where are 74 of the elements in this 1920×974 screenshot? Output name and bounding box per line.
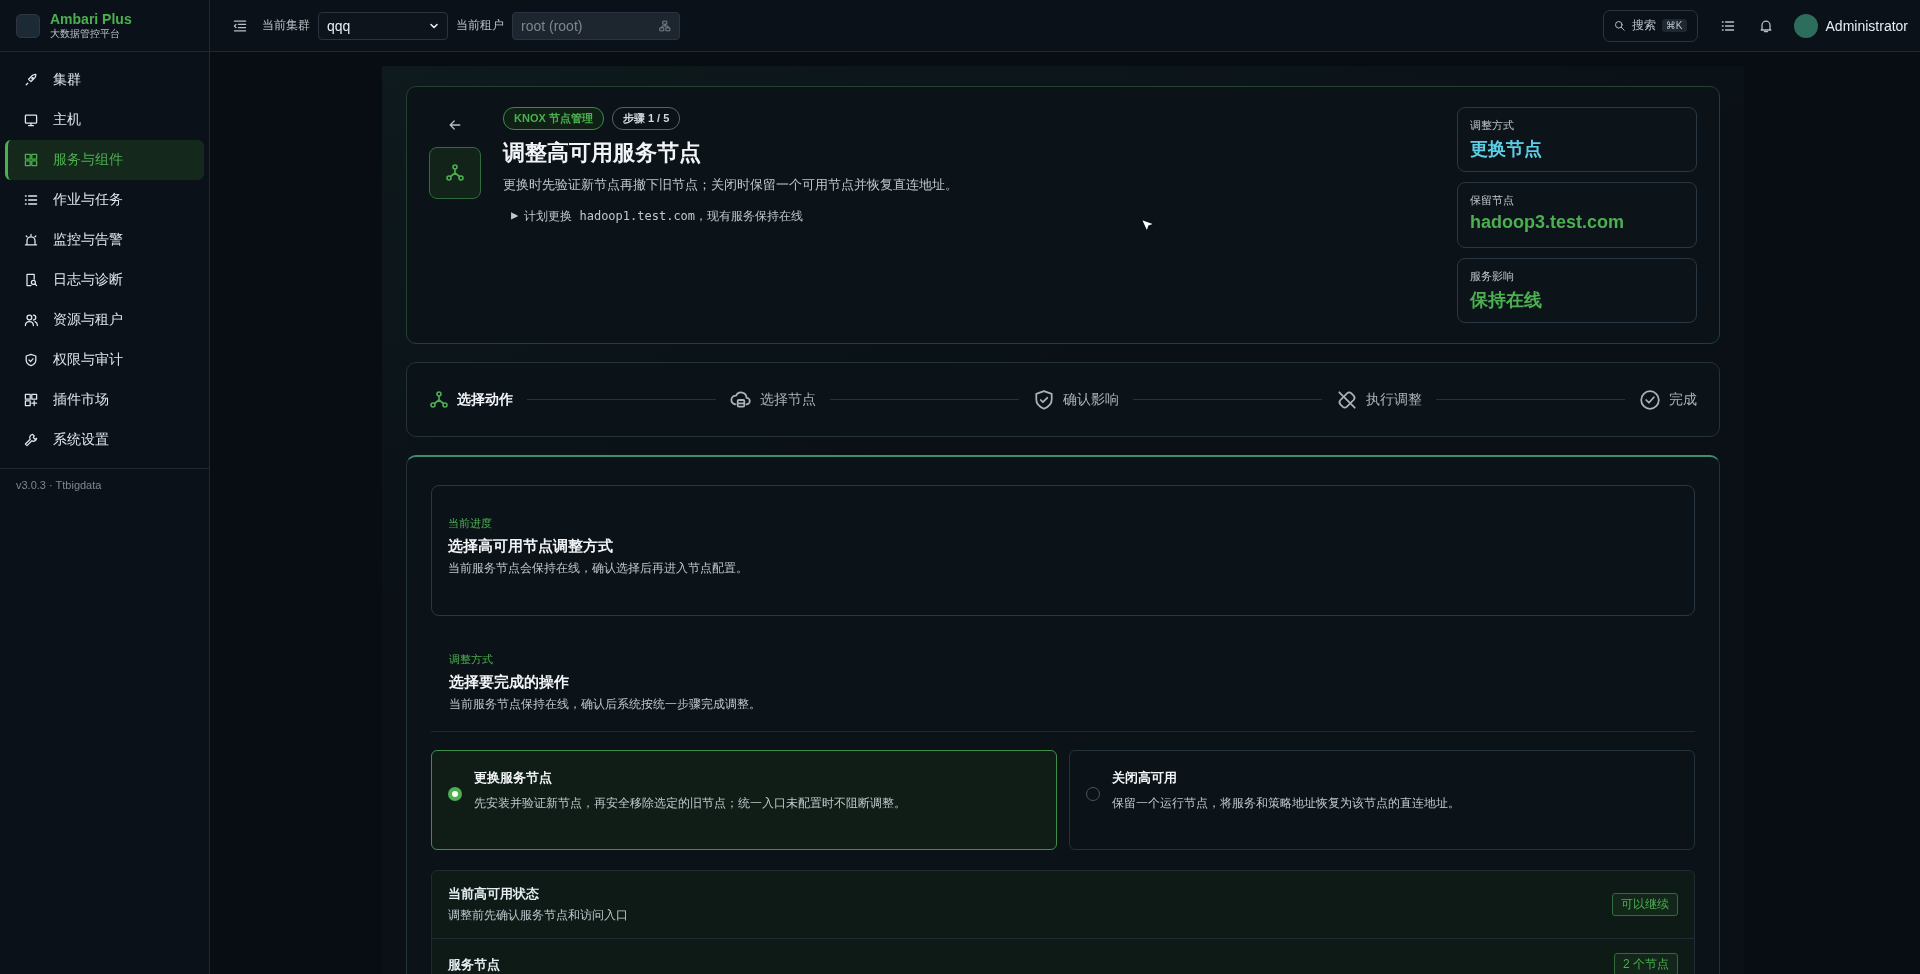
- page-title: 调整高可用服务节点: [503, 139, 701, 167]
- search-icon: [1613, 19, 1626, 32]
- service-icon: [429, 147, 481, 199]
- sidebar-item[interactable]: 日志与诊断: [5, 260, 204, 300]
- sidebar-item[interactable]: 系统设置: [5, 420, 204, 460]
- monitor-icon: [23, 112, 39, 128]
- grid-icon: [23, 152, 39, 168]
- tenant-label: 当前租户: [456, 17, 504, 34]
- status-description: 调整前先确认服务节点和访问入口: [448, 907, 628, 924]
- section-title: 选择要完成的操作: [449, 673, 570, 692]
- avatar[interactable]: [1793, 13, 1818, 38]
- status-title: 当前高可用状态: [448, 885, 540, 903]
- back-arrow-icon[interactable]: [447, 117, 463, 133]
- app-logo-icon: [16, 13, 40, 38]
- sidebar-item[interactable]: 插件市场: [5, 380, 204, 420]
- disclosure-triangle[interactable]: ▶: [511, 208, 519, 225]
- shield-check-icon: [1033, 388, 1055, 411]
- sidebar-item[interactable]: 主机: [5, 100, 204, 140]
- shield-check-icon: [23, 352, 39, 368]
- option-title: 关闭高可用: [1112, 769, 1178, 787]
- rocket-icon: [23, 72, 39, 88]
- cluster-dropdown[interactable]: qqq: [318, 11, 448, 40]
- plan-summary: 计划更换 hadoop1.test.com，现有服务保持在线: [524, 208, 804, 225]
- status-title: 服务节点: [448, 955, 500, 974]
- option-description: 先安装并验证新节点，再安全移除选定的旧节点；统一入口未配置时不阻断调整。: [474, 795, 906, 812]
- users-icon: [23, 312, 39, 328]
- alarm-icon: [23, 232, 39, 248]
- step-item[interactable]: 选择动作: [429, 389, 513, 410]
- option-card[interactable]: 关闭高可用 保留一个运行节点，将服务和策略地址恢复为该节点的直连地址。: [1069, 750, 1695, 850]
- wrench-icon: [23, 432, 39, 448]
- step-item[interactable]: 执行调整: [1336, 388, 1422, 411]
- hierarchy-icon: [659, 19, 671, 32]
- section-title: 选择高可用节点调整方式: [448, 537, 614, 556]
- sidebar-item[interactable]: 监控与告警: [5, 220, 204, 260]
- puzzle-grid-icon: [23, 392, 39, 408]
- section-description: 当前服务节点保持在线，确认后系统按统一步骤完成调整。: [449, 696, 762, 713]
- step-item[interactable]: 完成: [1639, 388, 1697, 411]
- page-description: 更换时先验证新节点再撤下旧节点；关闭时保留一个可用节点并恢复直连地址。: [503, 176, 958, 194]
- app-subtitle: 大数据管控平台: [50, 26, 121, 41]
- step-item[interactable]: 选择节点: [730, 388, 816, 411]
- network-nodes-icon: [429, 389, 449, 410]
- step-counter: 步骤 1 / 5: [611, 107, 681, 130]
- list-icon: [23, 192, 39, 208]
- section-description: 当前服务节点会保持在线，确认选择后再进入节点配置。: [448, 560, 749, 577]
- radio-button[interactable]: [448, 787, 462, 801]
- cluster-label: 当前集群: [262, 17, 310, 34]
- document-search-icon: [23, 272, 39, 288]
- option-card[interactable]: 更换服务节点 先安装并验证新节点，再安全移除选定的旧节点；统一入口未配置时不阻断调整。: [431, 750, 1057, 850]
- sidebar-item[interactable]: 资源与租户: [5, 300, 204, 340]
- service-tag: KNOX 节点管理: [503, 107, 604, 130]
- summary-label: 调整方式: [1470, 118, 1515, 133]
- sidebar-item[interactable]: 权限与审计: [5, 340, 204, 380]
- option-title: 更换服务节点: [474, 769, 553, 787]
- summary-value: 保持在线: [1470, 288, 1543, 312]
- section-eyebrow: 调整方式: [449, 652, 494, 667]
- sidebar-item[interactable]: 集群: [5, 60, 204, 100]
- option-description: 保留一个运行节点，将服务和策略地址恢复为该节点的直连地址。: [1112, 795, 1460, 812]
- app-name: Ambari Plus: [50, 10, 132, 27]
- sidebar-item[interactable]: 服务与组件: [5, 140, 204, 180]
- summary-value: hadoop3.test.com: [1470, 212, 1626, 234]
- check-circle-icon: [1639, 388, 1661, 411]
- status-badge: 2 个节点: [1614, 953, 1678, 974]
- summary-label: 服务影响: [1470, 268, 1515, 284]
- status-badge: 可以继续: [1612, 893, 1678, 916]
- user-name[interactable]: Administrator: [1825, 17, 1908, 34]
- sidebar-item[interactable]: 作业与任务: [5, 180, 204, 220]
- broken-link-icon: [1336, 388, 1358, 411]
- search-button[interactable]: 搜索 ⌘K: [1602, 9, 1698, 42]
- summary-label: 保留节点: [1470, 193, 1515, 209]
- section-eyebrow: 当前进度: [448, 516, 493, 531]
- version-text: v3.0.3 · Ttbigdata: [15, 478, 103, 493]
- shortcut-key: ⌘K: [1661, 19, 1687, 32]
- summary-value: 更换节点: [1470, 138, 1543, 161]
- step-item[interactable]: 确认影响: [1033, 388, 1119, 411]
